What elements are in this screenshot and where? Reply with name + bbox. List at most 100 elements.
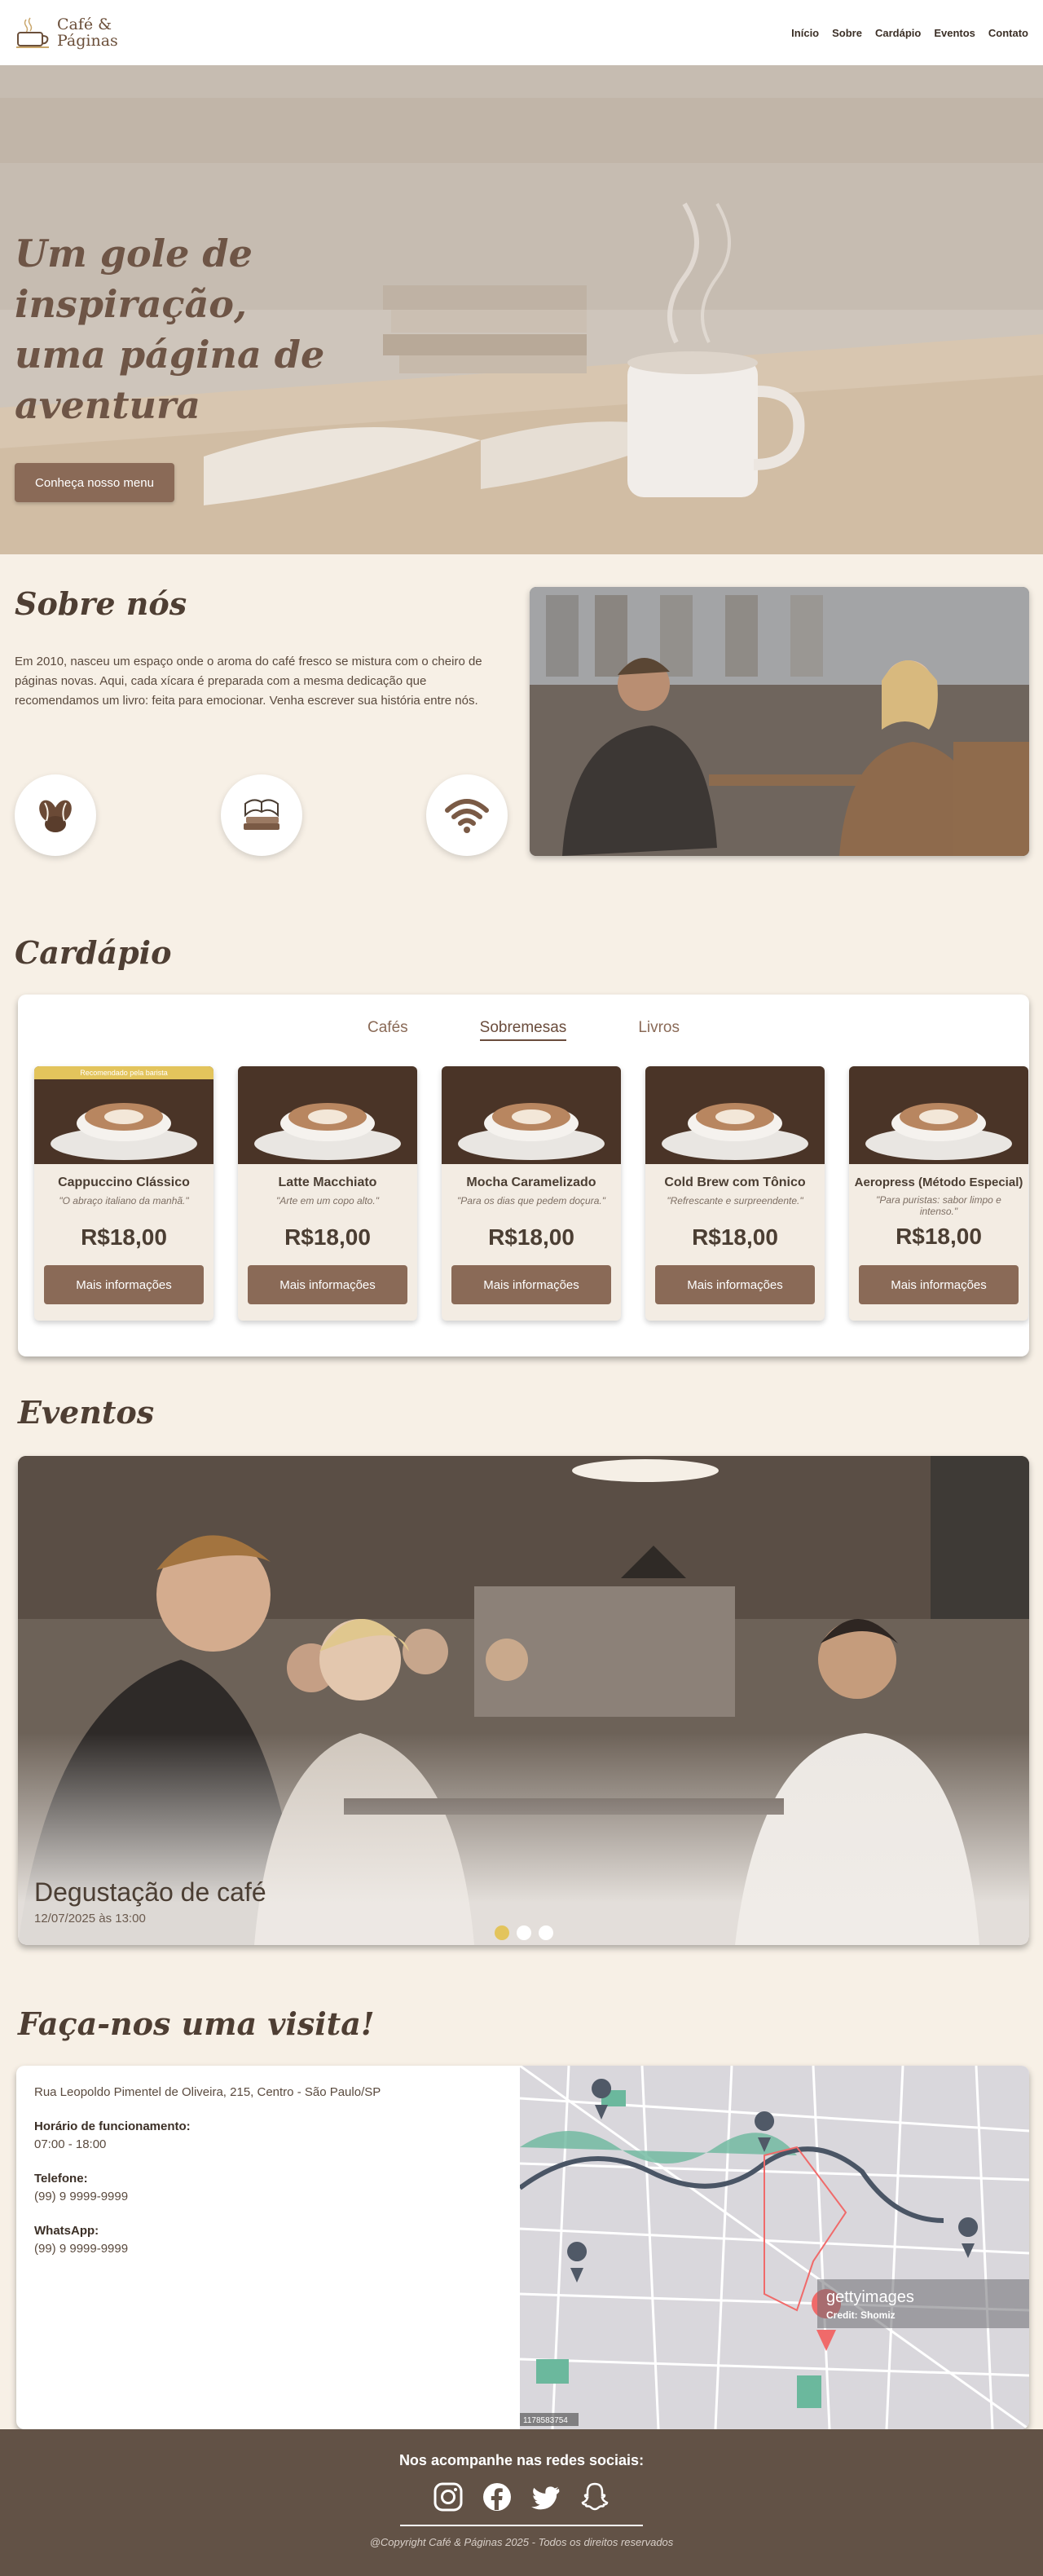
product-desc: "Para puristas: sabor limpo e intenso.": [876, 1194, 1001, 1217]
event-carousel[interactable]: Degustação de café 12/07/2025 às 13:00: [18, 1456, 1029, 1945]
cold-brew-image: [645, 1066, 825, 1164]
hero-title-line-3: aventura: [15, 383, 200, 427]
product-list: Recomendado pela barista Cappuccino Clás…: [34, 1066, 1028, 1321]
visit-card: Rua Leopoldo Pimentel de Oliveira, 215, …: [16, 2066, 1029, 2429]
product-name: Aeropress (Método Especial): [854, 1176, 1023, 1189]
tab-sobremesas[interactable]: Sobremesas: [479, 1019, 567, 1041]
carousel-dots: [494, 1925, 553, 1940]
carousel-dot-2[interactable]: [516, 1925, 531, 1940]
about-icons: [15, 774, 508, 856]
site-header: Café & Páginas Início Sobre Cardápio Eve…: [0, 0, 1043, 65]
product-desc: "Para os dias que pedem doçura.": [457, 1195, 605, 1206]
product-price: R$18,00: [692, 1224, 778, 1250]
whatsapp-value: (99) 9 9999-9999: [34, 2242, 129, 2256]
event-date: 12/07/2025 às 13:00: [34, 1912, 146, 1925]
product-card: Recomendado pela barista Cappuccino Clás…: [34, 1066, 213, 1321]
books-icon: [220, 774, 302, 856]
twitter-icon[interactable]: [530, 2481, 562, 2513]
instagram-icon[interactable]: [432, 2481, 464, 2513]
site-footer: Nos acompanhe nas redes sociais: @Copyri…: [0, 2429, 1043, 2576]
logo-line-1: Café &: [57, 15, 112, 33]
about-text: Em 2010, nasceu um espaço onde o aroma d…: [15, 655, 482, 708]
tab-cafes[interactable]: Cafés: [367, 1019, 408, 1041]
logo-text: Café & Páginas: [57, 16, 118, 49]
product-desc: "O abraço italiano da manhã.": [59, 1195, 189, 1206]
product-desc: "Arte em um copo alto.": [276, 1195, 379, 1206]
main-nav: Início Sobre Cardápio Eventos Contato: [791, 27, 1028, 39]
product-name: Cappuccino Clássico: [58, 1176, 190, 1189]
hours-label: Horário de funcionamento:: [34, 2119, 191, 2133]
map-credit: Credit: Shomiz: [826, 2309, 896, 2321]
facebook-icon[interactable]: [481, 2481, 513, 2513]
more-info-button[interactable]: Mais informações: [655, 1265, 815, 1304]
event-title: Degustação de café: [34, 1877, 266, 1907]
hero-title-line-1: Um gole de inspiração,: [15, 232, 253, 326]
carousel-dot-3[interactable]: [538, 1925, 553, 1940]
more-info-button[interactable]: Mais informações: [44, 1265, 204, 1304]
logo[interactable]: Café & Páginas: [15, 16, 118, 49]
visit-title: Faça-nos uma visita!: [18, 2005, 375, 2042]
hero-content: Um gole de inspiração, uma página de ave…: [15, 228, 471, 502]
address: Rua Leopoldo Pimentel de Oliveira, 215, …: [34, 2085, 381, 2099]
menu-title: Cardápio: [15, 934, 172, 971]
snapchat-icon[interactable]: [579, 2481, 611, 2513]
wifi-icon: [426, 774, 508, 856]
menu-section: Cardápio Cafés Sobremesas Livros Recomen…: [0, 905, 1043, 1361]
tab-livros[interactable]: Livros: [638, 1019, 680, 1041]
events-title: Eventos: [18, 1394, 155, 1431]
coffee-beans-icon: [15, 774, 96, 856]
logo-line-2: Páginas: [57, 32, 118, 50]
mocha-image: [442, 1066, 621, 1164]
nav-sobre[interactable]: Sobre: [832, 27, 862, 39]
about-section: Sobre nós Em 2010, nasceu um espaço onde…: [0, 554, 1043, 905]
latte-image: [238, 1066, 417, 1164]
nav-cardapio[interactable]: Cardápio: [875, 27, 921, 39]
hours-value: 07:00 - 18:00: [34, 2137, 107, 2151]
product-card: Aeropress (Método Especial) "Para purist…: [849, 1066, 1028, 1321]
footer-title: Nos acompanhe nas redes sociais:: [398, 2452, 645, 2468]
location-map[interactable]: gettyimages Credit: Shomiz 1178583754: [520, 2066, 1029, 2429]
events-section: Eventos Degustação de café 12/07/2025 às: [0, 1361, 1043, 1973]
menu-tabs: Cafés Sobremesas Livros: [18, 1019, 1029, 1041]
nav-inicio[interactable]: Início: [791, 27, 819, 39]
footer-divider: [400, 2525, 643, 2526]
map-watermark: gettyimages: [826, 2288, 914, 2306]
product-name: Cold Brew com Tônico: [664, 1176, 806, 1189]
more-info-button[interactable]: Mais informações: [451, 1265, 611, 1304]
product-price: R$18,00: [284, 1224, 371, 1250]
product-desc: "Refrescante e surpreendente.": [667, 1195, 803, 1206]
cappuccino-image: [34, 1066, 213, 1164]
phone-value: (99) 9 9999-9999: [34, 2190, 129, 2203]
about-photo: [530, 587, 1029, 856]
coffee-book-logo-icon: [16, 17, 49, 48]
visit-section: Faça-nos uma visita! Rua Leopoldo Piment…: [0, 1973, 1043, 2429]
aeropress-image: [849, 1066, 1028, 1164]
phone-label: Telefone:: [34, 2172, 88, 2186]
copyright: @Copyright Café & Páginas 2025 - Todos o…: [369, 2536, 674, 2548]
contact-info: Rua Leopoldo Pimentel de Oliveira, 215, …: [34, 2084, 381, 2258]
social-links: [0, 2481, 1043, 2513]
product-price: R$18,00: [81, 1224, 167, 1250]
carousel-dot-1[interactable]: [494, 1925, 509, 1940]
hero-title: Um gole de inspiração, uma página de ave…: [15, 228, 471, 430]
event-overlay: [18, 1733, 1029, 1945]
nav-contato[interactable]: Contato: [988, 27, 1028, 39]
map-id: 1178583754: [523, 2416, 568, 2425]
whatsapp-label: WhatsApp:: [34, 2224, 99, 2238]
nav-eventos[interactable]: Eventos: [934, 27, 975, 39]
about-title: Sobre nós: [15, 585, 187, 622]
recommended-badge: Recomendado pela barista: [34, 1066, 213, 1079]
hero-section: Um gole de inspiração, uma página de ave…: [0, 65, 1043, 554]
product-card: Latte Macchiato "Arte em um copo alto." …: [238, 1066, 417, 1321]
product-price: R$18,00: [488, 1224, 574, 1250]
view-menu-button[interactable]: Conheça nosso menu: [15, 463, 174, 502]
product-name: Latte Macchiato: [278, 1176, 377, 1189]
product-card: Mocha Caramelizado "Para os dias que ped…: [442, 1066, 621, 1321]
more-info-button[interactable]: Mais informações: [248, 1265, 407, 1304]
hero-title-line-2: uma página de: [15, 333, 325, 377]
product-price: R$18,00: [896, 1224, 982, 1249]
product-card: Cold Brew com Tônico "Refrescante e surp…: [645, 1066, 825, 1321]
menu-card: Cafés Sobremesas Livros Recomendado pela…: [18, 995, 1029, 1356]
more-info-button[interactable]: Mais informações: [859, 1265, 1019, 1304]
product-name: Mocha Caramelizado: [466, 1176, 596, 1189]
